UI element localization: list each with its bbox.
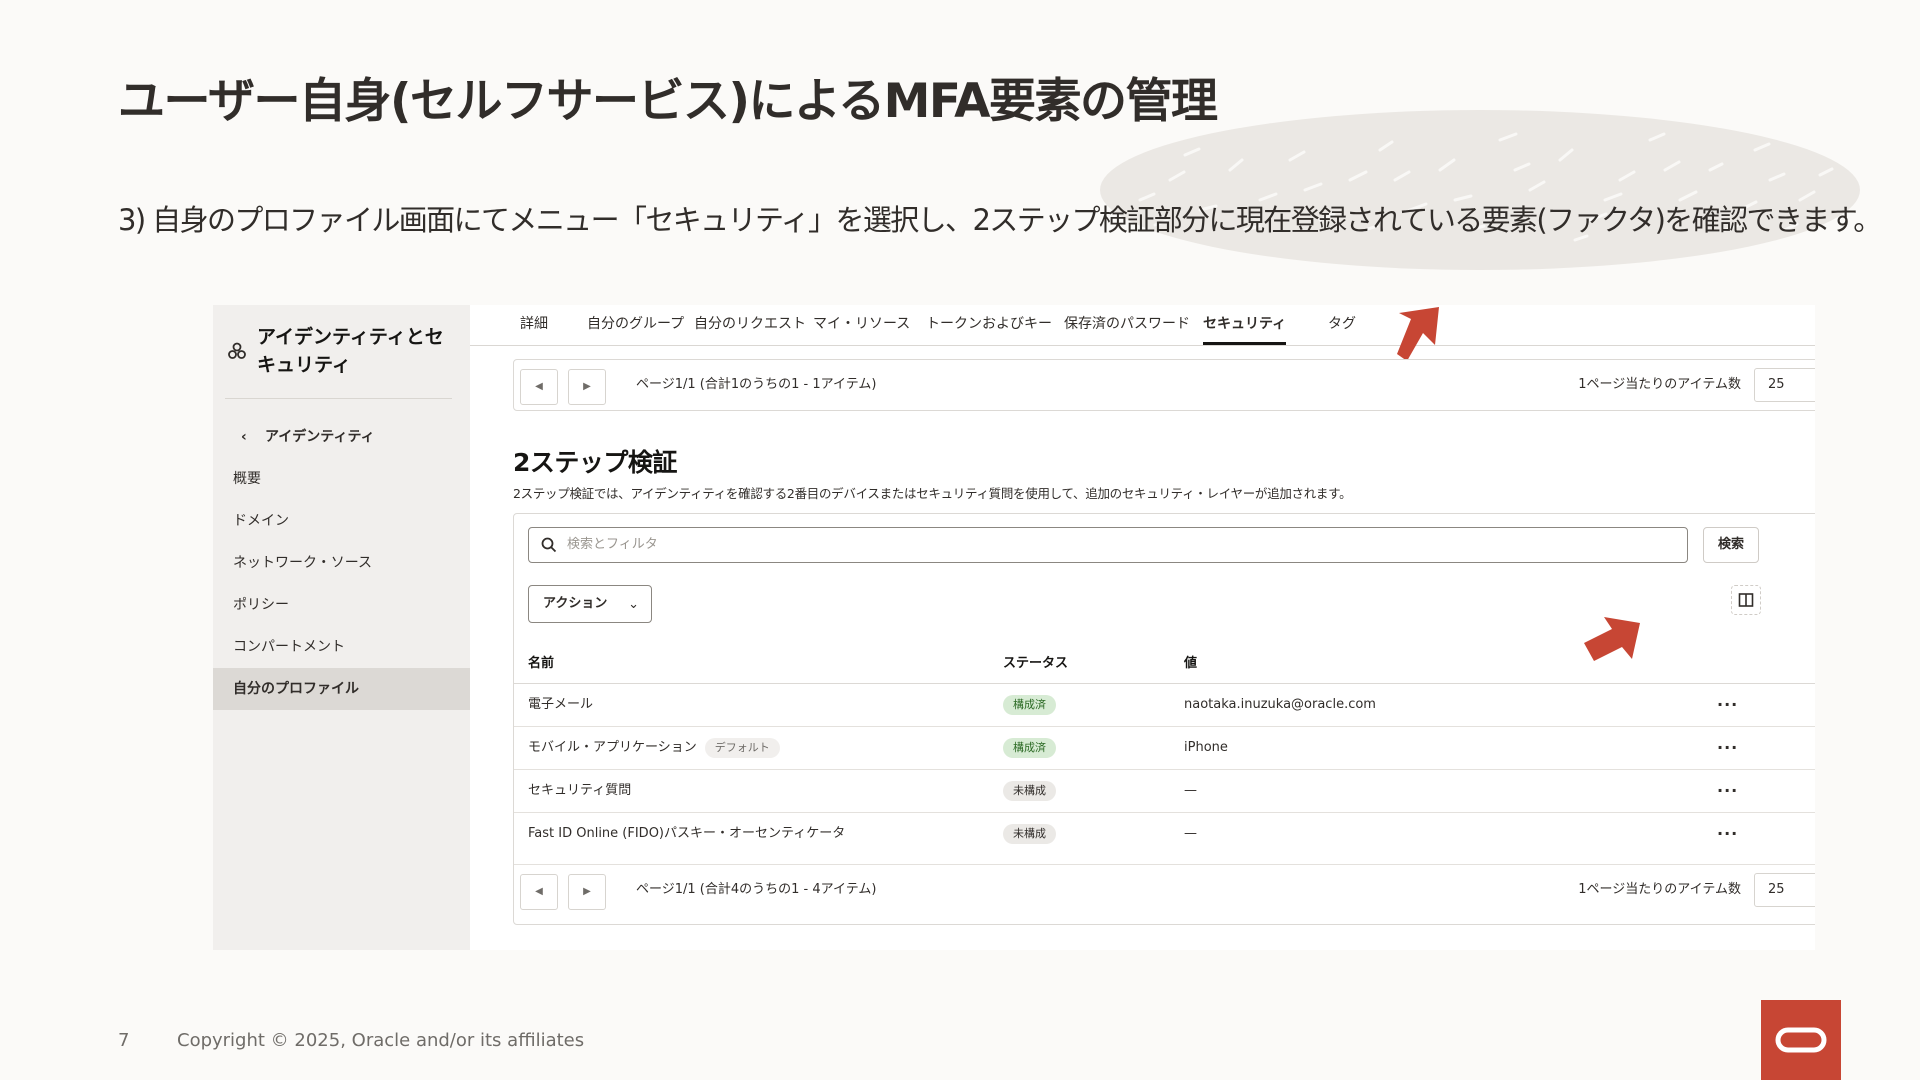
section-description: 2ステップ検証では、アイデンティティを確認する2番目のデバイスまたはセキュリティ… (513, 486, 1352, 501)
pagination-summary: ページ1/1 (合計4のうちの1 - 4アイテム) (636, 882, 877, 897)
bottom-pagination: ◀ ▶ ページ1/1 (合計4のうちの1 - 4アイテム) 1ページ当たりのアイ… (514, 864, 1815, 915)
status-badge: 構成済 (1003, 695, 1056, 715)
status-badge: 構成済 (1003, 738, 1056, 758)
callout-arrow-icon (1584, 617, 1640, 661)
column-header-status[interactable]: ステータス (1003, 652, 1068, 671)
sidebar-item-domains[interactable]: ドメイン (213, 500, 470, 542)
factor-value: — (1184, 783, 1197, 798)
column-header-name[interactable]: 名前 (528, 652, 554, 671)
items-per-page-value: 25 (1768, 882, 1785, 897)
row-actions-menu-icon[interactable]: ··· (1717, 813, 1738, 855)
tab-security[interactable]: セキュリティ (1203, 305, 1287, 345)
next-page-button[interactable]: ▶ (568, 874, 606, 910)
identity-icon (228, 342, 246, 359)
sidebar-item-my-profile[interactable]: 自分のプロファイル (213, 668, 470, 710)
pagination-summary: ページ1/1 (合計1のうちの1 - 1アイテム) (636, 377, 877, 392)
columns-icon (1738, 593, 1754, 607)
tab-tags[interactable]: タグ (1328, 305, 1356, 345)
sidebar-item-overview[interactable]: 概要 (213, 458, 470, 500)
factors-table-panel: 検索とフィルタ 検索 アクション ⌄ 名前 ステータス 値 電子メール 構成済 … (513, 513, 1815, 925)
tab-details[interactable]: 詳細 (520, 305, 548, 345)
sidebar-header: アイデンティティとセキュリティ (227, 323, 457, 379)
actions-dropdown[interactable]: アクション ⌄ (528, 585, 652, 623)
column-settings-button[interactable] (1731, 585, 1761, 615)
default-tag: デフォルト (704, 737, 780, 758)
console-screenshot: アイデンティティとセキュリティ ‹ アイデンティティ 概要 ドメイン ネットワーク… (213, 305, 1815, 950)
slide-title: ユーザー自身(セルフサービス)によるMFA要素の管理 (118, 74, 1218, 129)
sidebar-back-label: アイデンティティ (265, 429, 375, 445)
factor-value: naotaka.inuzuka@oracle.com (1184, 697, 1376, 712)
table-row: Fast ID Online (FIDO)パスキー・オーセンティケータ 未構成 … (514, 813, 1815, 855)
page-number: 7 (118, 1030, 130, 1051)
row-actions-menu-icon[interactable]: ··· (1717, 684, 1738, 726)
oracle-logo (1761, 1000, 1841, 1080)
sidebar-divider (225, 398, 452, 399)
oracle-logo-icon (1775, 1027, 1827, 1053)
prev-page-button[interactable]: ◀ (520, 874, 558, 910)
items-per-page-value: 25 (1768, 377, 1785, 392)
next-page-button[interactable]: ▶ (568, 369, 606, 405)
callout-arrow-icon (1397, 307, 1439, 361)
prev-page-button[interactable]: ◀ (520, 369, 558, 405)
chevron-left-icon: ‹ (241, 429, 247, 445)
tab-my-resources[interactable]: マイ・リソース (813, 305, 910, 345)
factor-name: 電子メール (528, 697, 594, 712)
search-icon (541, 537, 557, 553)
tab-my-groups[interactable]: 自分のグループ (587, 305, 684, 345)
search-button[interactable]: 検索 (1703, 527, 1759, 563)
table-row: モバイル・アプリケーション デフォルト 構成済 iPhone ··· (514, 727, 1815, 770)
tab-tokens-and-keys[interactable]: トークンおよびキー (926, 305, 1052, 345)
sidebar-item-network-sources[interactable]: ネットワーク・ソース (213, 542, 470, 584)
tab-my-requests[interactable]: 自分のリクエスト (694, 305, 806, 345)
status-badge: 未構成 (1003, 824, 1056, 844)
items-per-page-label: 1ページ当たりのアイテム数 (1578, 882, 1741, 897)
sidebar-item-compartments[interactable]: コンパートメント (213, 626, 470, 668)
sidebar-item-policies[interactable]: ポリシー (213, 584, 470, 626)
table-row: 電子メール 構成済 naotaka.inuzuka@oracle.com ··· (514, 684, 1815, 727)
section-title: 2ステップ検証 (513, 448, 677, 477)
items-per-page-label: 1ページ当たりのアイテム数 (1578, 377, 1741, 392)
factor-name-cell: モバイル・アプリケーション デフォルト (528, 727, 780, 769)
actions-label: アクション (543, 596, 608, 611)
sidebar-title: アイデンティティとセキュリティ (257, 326, 444, 376)
factor-value: iPhone (1184, 740, 1228, 755)
factor-name: モバイル・アプリケーション (528, 740, 697, 755)
chevron-down-icon: ⌄ (628, 597, 639, 612)
items-per-page-select[interactable]: 25 ▼ (1754, 873, 1815, 907)
profile-tabs: 詳細 自分のグループ 自分のリクエスト マイ・リソース トークンおよびキー 保存… (470, 305, 1815, 346)
search-input[interactable]: 検索とフィルタ (528, 527, 1688, 563)
search-placeholder: 検索とフィルタ (567, 537, 658, 552)
factor-value: — (1184, 826, 1197, 841)
column-header-value[interactable]: 値 (1184, 652, 1197, 671)
items-per-page-select[interactable]: 25 ▼ (1754, 368, 1815, 402)
row-actions-menu-icon[interactable]: ··· (1717, 727, 1738, 769)
top-pagination: ◀ ▶ ページ1/1 (合計1のうちの1 - 1アイテム) 1ページ当たりのアイ… (513, 359, 1815, 411)
sidebar-back-link[interactable]: ‹ アイデンティティ (213, 416, 470, 458)
status-badge: 未構成 (1003, 781, 1056, 801)
tab-saved-passwords[interactable]: 保存済のパスワード (1064, 305, 1190, 345)
copyright: Copyright © 2025, Oracle and/or its affi… (177, 1030, 585, 1051)
sidebar: アイデンティティとセキュリティ ‹ アイデンティティ 概要 ドメイン ネットワーク… (213, 305, 470, 950)
table-row: セキュリティ質問 未構成 — ··· (514, 770, 1815, 813)
factor-name: セキュリティ質問 (528, 783, 632, 798)
row-actions-menu-icon[interactable]: ··· (1717, 770, 1738, 812)
factor-name: Fast ID Online (FIDO)パスキー・オーセンティケータ (528, 826, 846, 841)
slide-subtitle: 3) 自身のプロファイル画面にてメニュー「セキュリティ」を選択し、2ステップ検証… (118, 203, 1882, 237)
